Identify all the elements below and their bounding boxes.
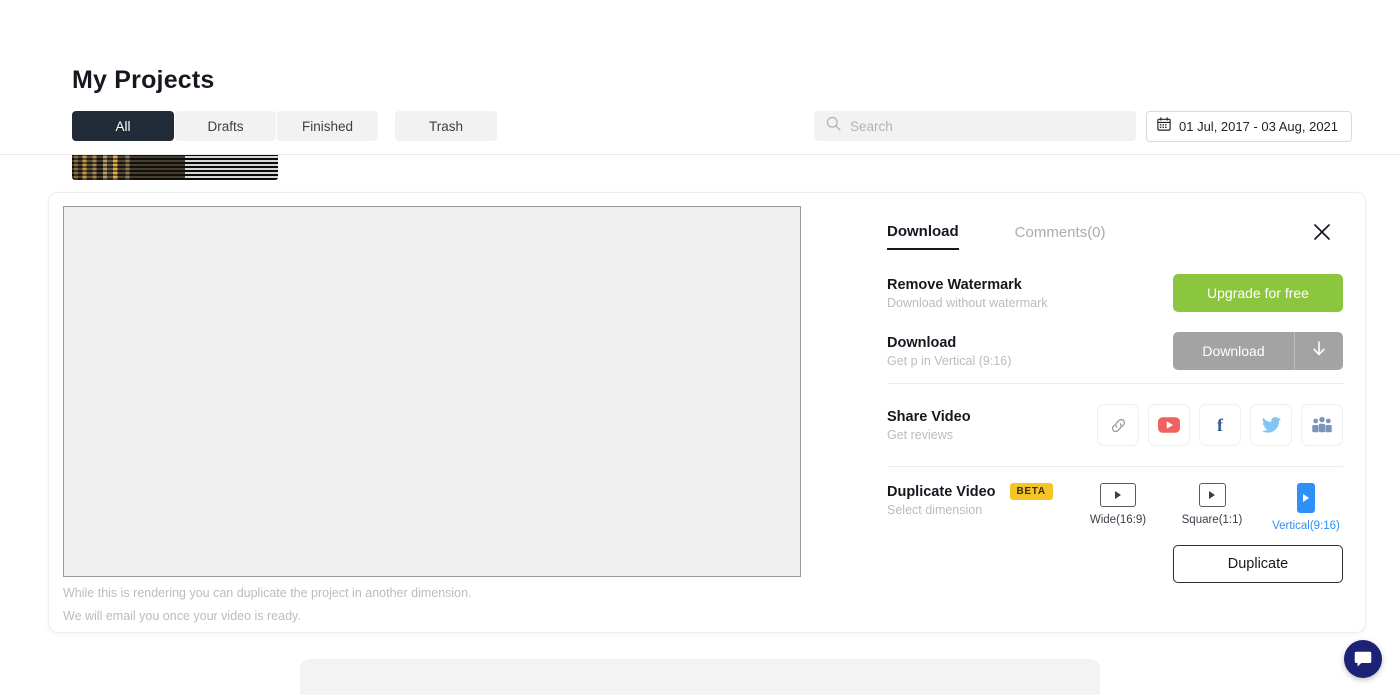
row-duplicate-action: Duplicate [887, 541, 1343, 587]
duplicate-title-row: Duplicate Video BETA [887, 483, 1053, 500]
download-button-label: Download [1173, 332, 1295, 370]
watermark-subtitle: Download without watermark [887, 296, 1048, 310]
link-icon[interactable] [1097, 404, 1139, 446]
share-subtitle: Get reviews [887, 428, 971, 442]
duplicate-title: Duplicate Video [887, 484, 996, 500]
chat-bubble-icon[interactable] [1344, 640, 1382, 678]
row-share-video: Share Video Get reviews f [887, 384, 1343, 466]
date-range-value: 01 Jul, 2017 - 03 Aug, 2021 [1179, 119, 1338, 134]
facebook-icon[interactable]: f [1199, 404, 1241, 446]
download-arrow-icon[interactable] [1295, 340, 1343, 363]
square-aspect-icon [1199, 483, 1226, 507]
watermark-labels: Remove Watermark Download without waterm… [887, 277, 1048, 310]
duplicate-labels: Duplicate Video BETA Select dimension [887, 483, 1053, 517]
video-preview-area[interactable] [63, 206, 801, 577]
project-detail-card: While this is rendering you can duplicat… [48, 192, 1366, 633]
app-page: My Projects All Drafts Finished Trash 01… [0, 0, 1400, 695]
dimension-wide-label: Wide(16:9) [1090, 514, 1146, 526]
share-labels: Share Video Get reviews [887, 409, 971, 442]
row-duplicate-video: Duplicate Video BETA Select dimension Wi… [887, 467, 1343, 541]
status-line-2: We will email you once your video is rea… [63, 605, 472, 628]
share-title: Share Video [887, 409, 971, 425]
beta-badge: BETA [1010, 483, 1053, 500]
tab-trash[interactable]: Trash [395, 111, 497, 141]
dimension-options: Wide(16:9) Square(1:1) Vertical(9:16) [1081, 483, 1343, 532]
search-icon [826, 116, 841, 136]
page-header: My Projects All Drafts Finished Trash 01… [0, 0, 1400, 155]
render-status: While this is rendering you can duplicat… [63, 582, 472, 628]
download-button[interactable]: Download [1173, 332, 1343, 370]
page-title: My Projects [72, 66, 215, 95]
tab-finished[interactable]: Finished [277, 111, 378, 141]
tab-comments[interactable]: Comments(0) [1015, 223, 1106, 250]
wide-aspect-icon [1100, 483, 1136, 507]
status-line-1: While this is rendering you can duplicat… [63, 582, 472, 605]
panel-tabs: Download Comments(0) [887, 223, 1106, 250]
tab-all[interactable]: All [72, 111, 174, 141]
search-box[interactable] [814, 111, 1136, 141]
close-icon[interactable] [1309, 219, 1335, 245]
svg-text:f: f [1217, 415, 1224, 435]
date-range-picker[interactable]: 01 Jul, 2017 - 03 Aug, 2021 [1146, 111, 1352, 142]
upgrade-for-free-button[interactable]: Upgrade for free [1173, 274, 1343, 312]
duplicate-button[interactable]: Duplicate [1173, 545, 1343, 583]
team-icon[interactable] [1301, 404, 1343, 446]
search-input[interactable] [850, 119, 1124, 134]
dimension-square[interactable]: Square(1:1) [1175, 483, 1249, 526]
dimension-vertical[interactable]: Vertical(9:16) [1269, 483, 1343, 532]
next-project-card[interactable] [300, 659, 1100, 695]
download-title: Download [887, 335, 1011, 351]
dimension-vertical-label: Vertical(9:16) [1272, 520, 1340, 532]
row-download: Download Get p in Vertical (9:16) Downlo… [887, 319, 1343, 383]
youtube-icon[interactable] [1148, 404, 1190, 446]
twitter-icon[interactable] [1250, 404, 1292, 446]
vertical-aspect-icon [1297, 483, 1315, 513]
project-filter-tabs: All Drafts Finished Trash [72, 111, 497, 141]
tab-download[interactable]: Download [887, 223, 959, 250]
calendar-icon [1157, 117, 1171, 136]
download-labels: Download Get p in Vertical (9:16) [887, 335, 1011, 368]
watermark-title: Remove Watermark [887, 277, 1048, 293]
download-subtitle: Get p in Vertical (9:16) [887, 354, 1011, 368]
row-remove-watermark: Remove Watermark Download without waterm… [887, 267, 1343, 319]
tab-drafts[interactable]: Drafts [175, 111, 276, 141]
panel-rows: Remove Watermark Download without waterm… [887, 267, 1343, 587]
dimension-wide[interactable]: Wide(16:9) [1081, 483, 1155, 526]
share-icon-list: f [1097, 404, 1343, 446]
duplicate-subtitle: Select dimension [887, 503, 1053, 517]
download-panel: Download Comments(0) Remove Watermark Do… [839, 207, 1353, 617]
dimension-square-label: Square(1:1) [1182, 514, 1243, 526]
